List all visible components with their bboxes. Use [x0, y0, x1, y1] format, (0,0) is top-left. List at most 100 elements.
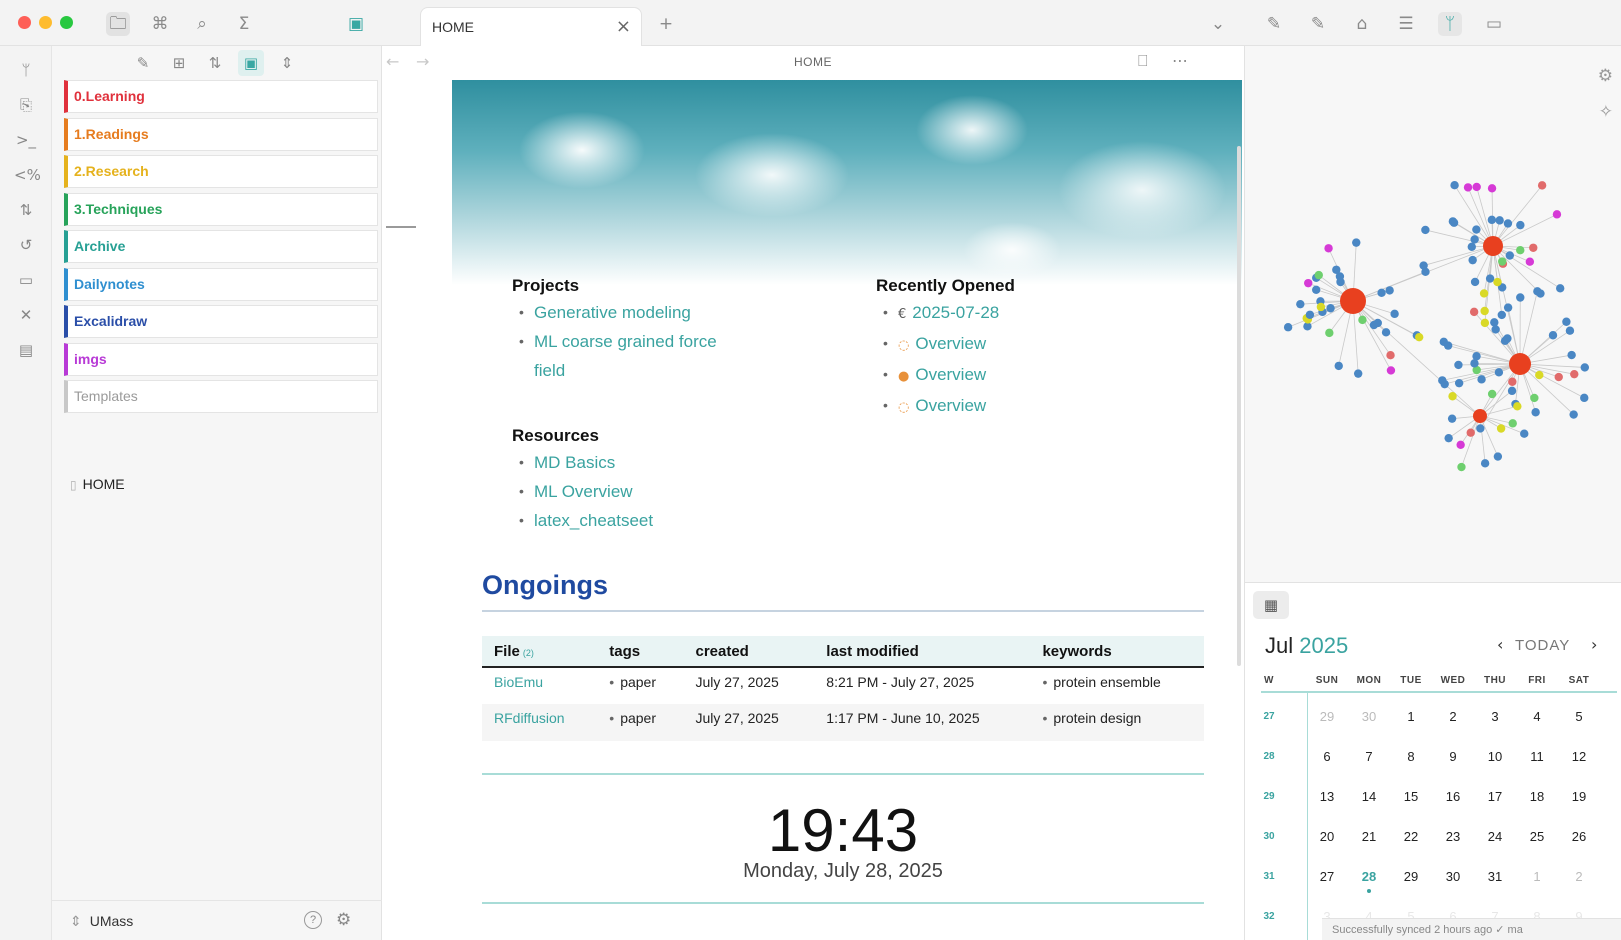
expand-collapse-icon[interactable]: ⇕ [274, 50, 300, 76]
bookmark-icon[interactable]: ⌘ [148, 12, 172, 36]
more-options-icon[interactable]: ⋯ [1172, 51, 1188, 70]
recent-link[interactable]: €2025-07-28 [876, 298, 1136, 329]
template-icon[interactable]: <% [14, 163, 41, 187]
calendar-day[interactable]: 7 [1347, 749, 1391, 764]
calendar-day[interactable]: 9 [1431, 749, 1475, 764]
close-window-button[interactable] [18, 16, 31, 29]
resource-link[interactable]: ML Overview [512, 477, 752, 506]
today-button[interactable]: TODAY [1515, 637, 1570, 654]
calendar-day[interactable]: 31 [1473, 869, 1517, 884]
search-icon[interactable]: ⌕ [190, 12, 214, 36]
sort-icon[interactable]: ⇅ [202, 50, 228, 76]
folder-item[interactable]: imgs [64, 342, 378, 376]
calendar-day[interactable]: 3 [1473, 709, 1517, 724]
folder-item[interactable]: 3.Techniques [64, 192, 378, 226]
project-link[interactable]: ML coarse grained force field [512, 327, 752, 385]
new-folder-icon[interactable]: ⊞ [166, 50, 192, 76]
recent-link[interactable]: ◌ Overview [876, 391, 1136, 422]
graph-view[interactable] [1245, 136, 1621, 536]
calendar-day[interactable]: 14 [1347, 789, 1391, 804]
folder-item[interactable]: Dailynotes [64, 267, 378, 301]
file-item-home[interactable]: ▯ HOME [70, 476, 125, 492]
graph-settings-icon[interactable]: ⚙ [1598, 66, 1613, 86]
calendar-day[interactable]: 2 [1557, 869, 1601, 884]
vault-switcher[interactable]: ⇕ UMass [70, 913, 133, 930]
tab-home[interactable]: HOME × [420, 7, 642, 46]
new-note-icon[interactable]: ✎ [130, 50, 156, 76]
calendar-day[interactable]: 4 [1515, 709, 1559, 724]
folder-item[interactable]: 0.Learning [64, 80, 378, 113]
graph-icon[interactable]: ᛘ [14, 58, 38, 82]
slides-icon[interactable]: ▭ [14, 268, 38, 292]
calendar-day[interactable]: 29 [1305, 709, 1349, 724]
new-tab-icon[interactable]: + [654, 12, 678, 36]
help-icon[interactable]: ? [304, 911, 322, 929]
calendar-day[interactable]: 2 [1431, 709, 1475, 724]
calendar-day[interactable]: 16 [1431, 789, 1475, 804]
settings-icon[interactable]: ⚙ [336, 910, 351, 930]
calendar-day[interactable]: 5 [1557, 709, 1601, 724]
calendar-day[interactable]: 17 [1473, 789, 1517, 804]
edit-icon[interactable]: ✎ [1306, 12, 1330, 36]
outline-icon[interactable]: ☰ [1394, 12, 1418, 36]
folder-item[interactable]: 1.Readings [64, 117, 378, 151]
recent-link[interactable]: ● Overview [876, 360, 1136, 391]
panel-icon[interactable]: ▭ [1482, 12, 1506, 36]
calendar-day[interactable]: 6 [1305, 749, 1349, 764]
calendar-icon[interactable]: ▦ [1253, 591, 1289, 619]
calendar-day[interactable]: 1 [1515, 869, 1559, 884]
image-icon[interactable]: ▤ [14, 338, 38, 362]
file-link[interactable]: RFdiffusion [482, 704, 598, 741]
folder-item[interactable]: Archive [64, 230, 378, 263]
calendar-day[interactable]: 23 [1431, 829, 1475, 844]
next-month-icon[interactable]: › [1591, 635, 1597, 654]
folder-item[interactable]: 2.Research [64, 155, 378, 188]
folder-item[interactable]: Excalidraw [64, 305, 378, 338]
reading-mode-icon[interactable]: ⎕ [1138, 51, 1148, 71]
annotate-icon[interactable]: ✎ [1262, 12, 1286, 36]
copy-icon[interactable]: ⎘ [14, 93, 38, 117]
calendar-day[interactable]: 30 [1431, 869, 1475, 884]
tools-icon[interactable]: ✕ [14, 303, 38, 327]
calendar-day[interactable]: 20 [1305, 829, 1349, 844]
calendar-day[interactable]: 11 [1515, 749, 1559, 764]
calendar-day[interactable]: 25 [1515, 829, 1559, 844]
terminal-icon[interactable]: >_ [14, 128, 38, 152]
folder-item[interactable]: Templates [64, 380, 378, 413]
calendar-day[interactable]: 13 [1305, 789, 1349, 804]
recent-link[interactable]: ◌ Overview [876, 329, 1136, 360]
calendar-day[interactable]: 30 [1347, 709, 1391, 724]
column-header-file[interactable]: File (2) [482, 636, 598, 668]
column-header-keywords[interactable]: keywords [1030, 636, 1204, 668]
calendar-day[interactable]: 19 [1557, 789, 1601, 804]
scrollbar[interactable] [1237, 146, 1241, 666]
calendar-day[interactable]: 26 [1557, 829, 1601, 844]
file-link[interactable]: BioEmu [482, 667, 597, 704]
calendar-day[interactable]: 10 [1473, 749, 1517, 764]
calendar-day[interactable]: 21 [1347, 829, 1391, 844]
column-header-last-modified[interactable]: last modified [814, 636, 1031, 668]
minimize-window-button[interactable] [39, 16, 52, 29]
files-icon[interactable]: 🗀 [106, 12, 130, 36]
previous-month-icon[interactable]: ‹ [1497, 635, 1503, 654]
auto-reveal-icon[interactable]: ▣ [238, 50, 264, 76]
sigma-icon[interactable]: Σ [232, 12, 256, 36]
magic-wand-icon[interactable]: ✧ [1599, 102, 1613, 122]
calendar-day[interactable]: 12 [1557, 749, 1601, 764]
column-header-created[interactable]: created [683, 636, 815, 668]
calendar-day[interactable]: 29 [1389, 869, 1433, 884]
zoom-window-button[interactable] [60, 16, 73, 29]
calendar-day[interactable]: 18 [1515, 789, 1559, 804]
calendar-day[interactable]: 8 [1389, 749, 1433, 764]
project-link[interactable]: Generative modeling [512, 298, 752, 327]
git-icon[interactable]: ⇅ [14, 198, 38, 222]
column-header-tags[interactable]: tags [597, 636, 684, 668]
sidebar-toggle-icon[interactable]: ▣ [344, 12, 368, 36]
calendar-day[interactable]: 28 [1347, 869, 1391, 884]
close-tab-icon[interactable]: × [616, 16, 631, 37]
resource-link[interactable]: latex_cheatseet [512, 506, 752, 535]
calendar-day[interactable]: 22 [1389, 829, 1433, 844]
tab-list-icon[interactable]: ⌄ [1206, 12, 1230, 36]
resource-link[interactable]: MD Basics [512, 448, 752, 477]
calendar-day[interactable]: 24 [1473, 829, 1517, 844]
